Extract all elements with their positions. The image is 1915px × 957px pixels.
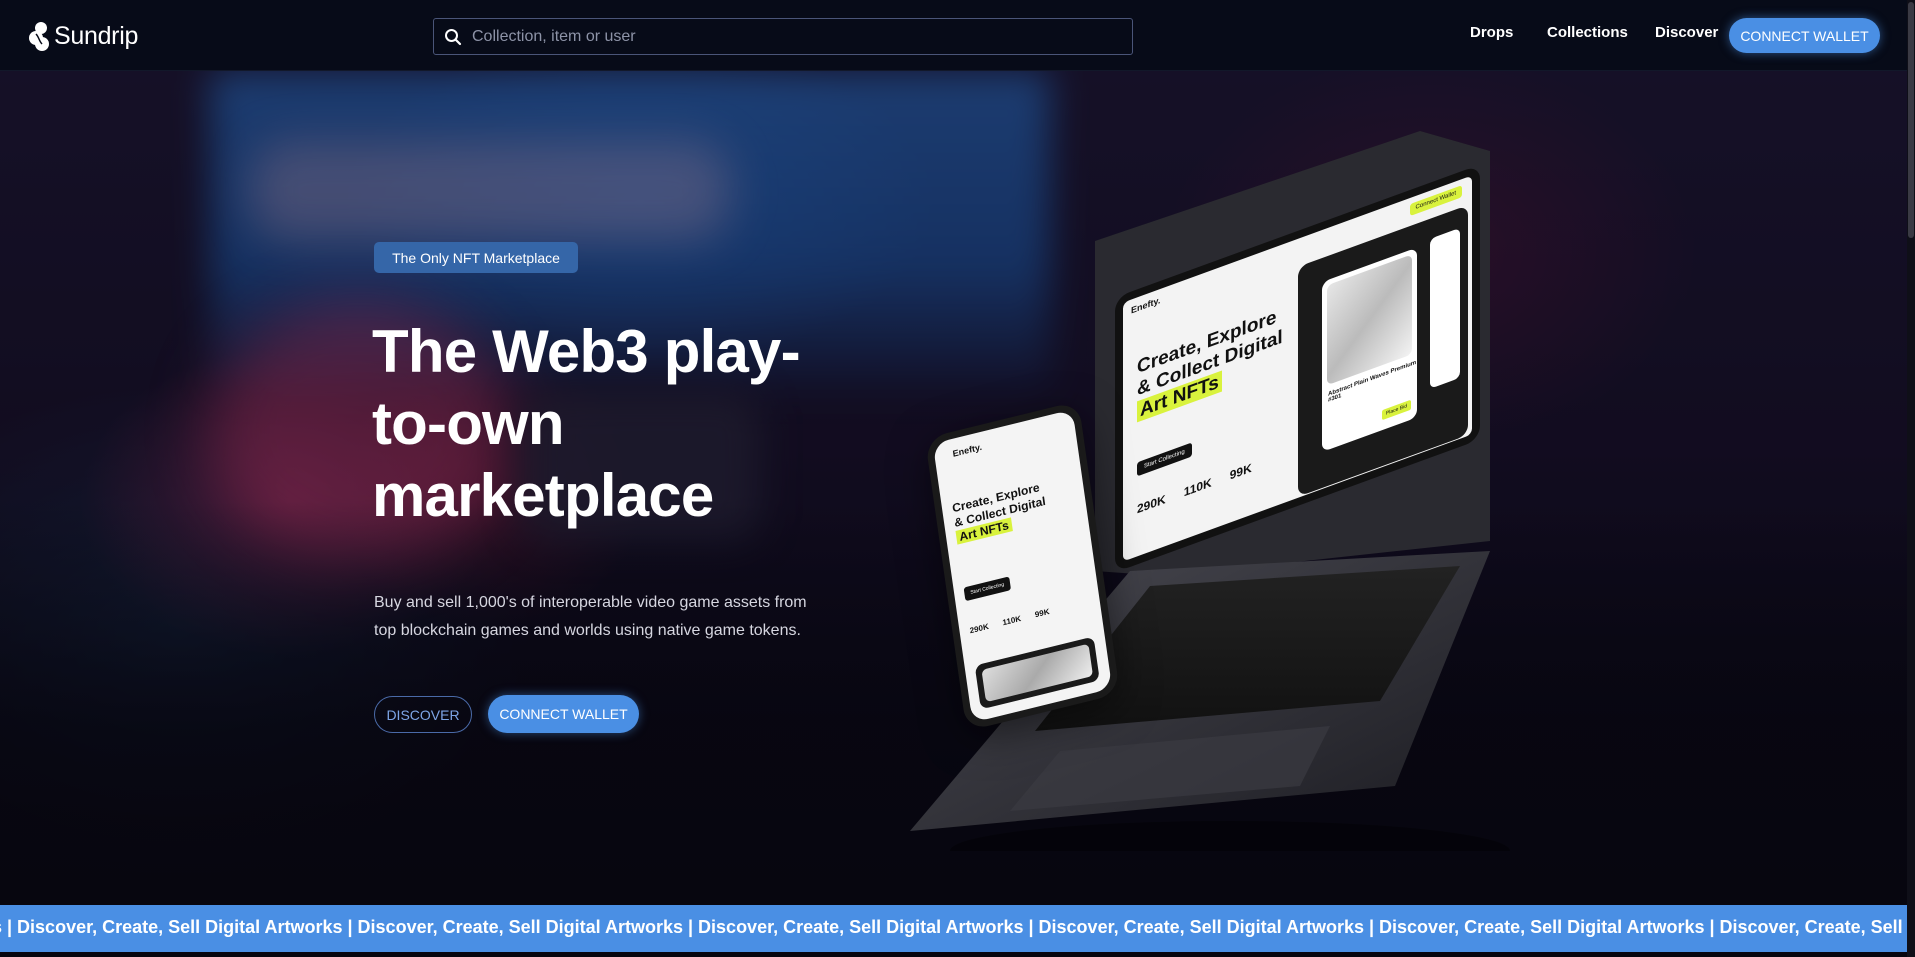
mockup-stat: 290K <box>1137 491 1166 517</box>
mockup-card-second <box>1430 227 1460 389</box>
page: The Only NFT Marketplace The Web3 play-t… <box>0 0 1915 957</box>
hero-subtext: Buy and sell 1,000's of interoperable vi… <box>374 594 807 639</box>
nav-drops[interactable]: Drops <box>1470 24 1513 41</box>
phone-card <box>974 636 1100 710</box>
mockup-place-bid: Place Bid <box>1381 399 1411 421</box>
mockup-start-button: Start Collecting <box>1137 442 1192 477</box>
top-navbar: Sundrip Drops Collections Discover CONNE… <box>0 0 1915 71</box>
sundrip-logo-icon <box>29 22 49 51</box>
scrollbar-thumb[interactable] <box>1908 2 1914 238</box>
hero-badge: The Only NFT Marketplace <box>374 242 578 273</box>
search-box <box>433 18 1133 55</box>
hero-headline: The Web3 play-to-own marketplace <box>372 318 801 529</box>
marquee-banner: s | Discover, Create, Sell Digital Artwo… <box>0 905 1915 952</box>
hero-connect-wallet-button[interactable]: CONNECT WALLET <box>488 695 639 733</box>
page-scrollbar[interactable] <box>1907 0 1915 957</box>
phone-card-image <box>981 643 1094 703</box>
mockup-brand: Enefty. <box>1131 294 1161 316</box>
search-icon <box>434 18 472 55</box>
marquee-text: s | Discover, Create, Sell Digital Artwo… <box>0 917 1915 937</box>
hero-section: The Only NFT Marketplace The Web3 play-t… <box>0 71 1915 905</box>
mockup-card-panel: Abstract Plain Waves Premium #301 Place … <box>1298 204 1468 497</box>
search-input[interactable] <box>472 19 1132 54</box>
mockup-title: Create, Explore & Collect Digital Art NF… <box>1137 303 1287 424</box>
phone-title: Create, Explore & Collect Digital Art NF… <box>951 472 1076 545</box>
mockup-stat: 99K <box>1229 460 1252 483</box>
phone-start-button: Start Collecting <box>963 576 1011 602</box>
phone-stat: 290K <box>969 621 990 636</box>
phone-stats: 290K 110K 99K <box>969 607 1050 635</box>
mockup-card: Abstract Plain Waves Premium #301 Place … <box>1322 247 1417 453</box>
phone-brand: Enefty. <box>952 441 983 459</box>
logo-link[interactable]: Sundrip <box>28 18 138 54</box>
nav-discover[interactable]: Discover <box>1655 24 1718 41</box>
device-mockup-image: Enefty. Connect Wallet Create, Explore &… <box>900 131 1520 851</box>
bottom-strip <box>0 952 1915 957</box>
logo-text: Sundrip <box>54 21 139 50</box>
phone-stat: 99K <box>1034 606 1051 620</box>
mockup-stat: 110K <box>1183 475 1212 500</box>
connect-wallet-button[interactable]: CONNECT WALLET <box>1729 18 1880 53</box>
phone-screen: Enefty. Create, Explore & Collect Digita… <box>932 409 1113 723</box>
phone-stat: 110K <box>1001 613 1022 628</box>
nav-collections[interactable]: Collections <box>1547 24 1628 41</box>
discover-button[interactable]: DISCOVER <box>374 696 472 733</box>
